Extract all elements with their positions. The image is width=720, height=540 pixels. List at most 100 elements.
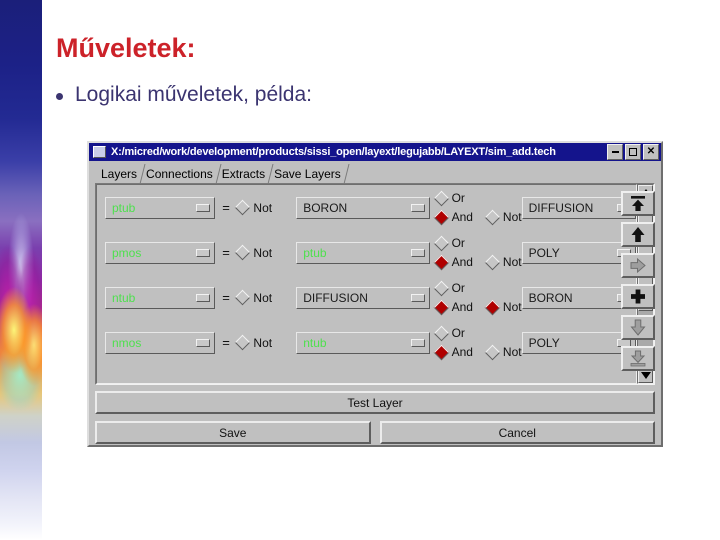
or-radio[interactable]: Or [433,234,522,253]
test-layer-button[interactable]: Test Layer [95,391,655,414]
tab-layers[interactable]: Layers [97,166,142,183]
bullet-item: Logikai műveletek, példa: [56,83,312,107]
operand-two-dropdown[interactable]: POLY [521,331,636,354]
operand-one-value: ntub [303,335,327,350]
minimize-icon [611,151,619,153]
dropdown-handle-icon [195,248,210,257]
operand-one-value: BORON [303,200,348,215]
move-down-icon [630,319,646,336]
or-radio[interactable]: Or [433,279,522,298]
dropdown-handle-icon [410,248,425,257]
move-to-bottom-button[interactable] [621,346,655,371]
not-first-radio[interactable]: Not [235,199,296,216]
target-layer-dropdown[interactable]: pmos [105,241,215,264]
dropdown-handle-icon [195,203,210,212]
move-right-icon [630,257,646,274]
close-icon: ✕ [646,146,656,157]
or-radio[interactable]: Or [433,324,522,343]
radio-diamond-icon[interactable] [433,344,449,360]
move-down-button[interactable] [621,315,655,340]
tab-connections[interactable]: Connections [142,166,218,183]
or-label: Or [451,236,465,250]
maximize-button[interactable] [625,144,641,160]
operator-radio-group: Or And Not [433,234,522,272]
not-first-label: Not [253,290,273,305]
add-plus-icon [631,289,645,304]
test-layer-bar: Test Layer [95,391,655,414]
and-not-radio-line: And Not [433,208,522,227]
dropdown-handle-icon [410,203,425,212]
operand-one-dropdown[interactable]: DIFFUSION [296,286,430,309]
save-button[interactable]: Save [95,421,371,444]
radio-diamond-icon [433,280,449,296]
tab-save-layers[interactable]: Save Layers [270,166,346,183]
not-second-label: Not [502,255,522,269]
operand-one-value: DIFFUSION [303,290,368,305]
radio-diamond-icon[interactable] [484,209,501,225]
radio-diamond-icon [235,199,251,216]
dialog-button-bar: Save Cancel [95,421,655,444]
move-up-icon [631,227,645,242]
window-menu-icon[interactable] [93,146,106,158]
dropdown-handle-icon [195,293,210,302]
window-titlebar[interactable]: X:/micred/work/development/products/siss… [89,143,661,161]
operand-two-value: POLY [528,245,560,260]
target-layer-dropdown[interactable]: nmos [105,331,215,354]
and-label: And [451,210,473,224]
radio-diamond-icon[interactable] [484,254,501,270]
and-not-radio-line: And Not [433,343,522,362]
operand-two-value: POLY [528,335,560,350]
radio-diamond-icon[interactable] [484,299,501,315]
not-first-radio[interactable]: Not [235,244,296,261]
or-radio[interactable]: Or [433,189,522,208]
row-toolbar [621,191,655,371]
operand-one-dropdown[interactable]: ptub [296,241,430,264]
radio-diamond-icon [433,325,449,341]
not-first-label: Not [253,245,273,260]
close-button[interactable]: ✕ [643,144,659,160]
operator-radio-group: Or And Not [433,324,522,362]
target-layer-dropdown[interactable]: ntub [105,286,215,309]
cancel-button[interactable]: Cancel [379,421,655,444]
operand-two-value: DIFFUSION [528,200,594,215]
not-first-label: Not [253,200,273,215]
operand-two-dropdown[interactable]: BORON [521,286,636,309]
and-label: And [451,255,473,269]
bullet-label: Logikai műveletek, példa: [75,83,312,106]
scroll-down-arrow-icon [640,372,651,379]
table-row: nmos = Not ntub Or And Not POLY [97,320,636,365]
operand-two-dropdown[interactable]: POLY [521,241,636,264]
radio-diamond-icon[interactable] [484,344,501,360]
move-to-bottom-icon [630,350,646,367]
move-to-top-icon [631,196,645,211]
radio-diamond-icon[interactable] [433,299,449,315]
layers-pane: ptub = Not BORON Or And Not DIFFUSION pm… [95,183,655,385]
not-first-radio[interactable]: Not [235,334,296,351]
page-title: Műveletek: [56,33,196,63]
move-up-button[interactable] [621,222,655,247]
minimize-button[interactable] [607,144,623,160]
tab-extracts[interactable]: Extracts [218,166,270,183]
target-layer-dropdown[interactable]: ptub [105,196,215,219]
thermal-map-decoration [0,0,42,540]
radio-diamond-icon[interactable] [433,209,449,225]
not-first-radio[interactable]: Not [235,289,296,306]
operand-one-value: ptub [303,245,327,260]
and-label: And [451,300,473,314]
operand-two-dropdown[interactable]: DIFFUSION [521,196,636,219]
operand-one-dropdown[interactable]: BORON [296,196,430,219]
move-to-top-button[interactable] [621,191,655,216]
add-row-button[interactable] [621,284,655,309]
move-right-button[interactable] [621,253,655,278]
target-layer-value: ptub [112,200,136,215]
table-row: pmos = Not ptub Or And Not POLY [97,230,636,275]
radio-diamond-icon [433,190,449,206]
operand-one-dropdown[interactable]: ntub [296,331,430,354]
bullet-dot-icon [56,93,63,100]
not-second-label: Not [502,345,522,359]
radio-diamond-icon[interactable] [433,254,449,270]
or-label: Or [451,191,465,205]
radio-diamond-icon [433,235,449,251]
rule-rows-list: ptub = Not BORON Or And Not DIFFUSION pm… [96,184,637,384]
dropdown-handle-icon [410,293,425,302]
